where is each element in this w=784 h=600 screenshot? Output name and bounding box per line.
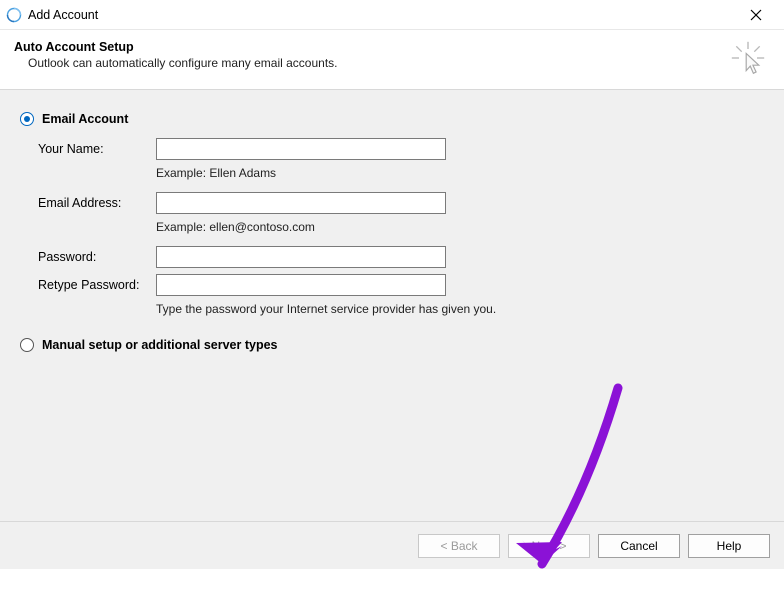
manual-setup-radio-label: Manual setup or additional server types — [42, 338, 277, 352]
password-hint-row: Type the password your Internet service … — [38, 302, 764, 316]
header-panel: Auto Account Setup Outlook can automatic… — [0, 30, 784, 90]
header-subheading: Outlook can automatically configure many… — [28, 56, 766, 70]
form-grid: Your Name: Example: Ellen Adams Email Ad… — [38, 138, 764, 316]
email-input[interactable] — [156, 192, 446, 214]
cursor-click-icon — [730, 40, 766, 76]
app-icon — [6, 7, 22, 23]
your-name-input[interactable] — [156, 138, 446, 160]
radio-selected-icon — [20, 112, 34, 126]
close-icon — [750, 9, 762, 21]
close-button[interactable] — [733, 0, 778, 30]
radio-unselected-icon — [20, 338, 34, 352]
email-account-radio-label: Email Account — [42, 112, 128, 126]
header-heading: Auto Account Setup — [14, 40, 766, 54]
retype-password-label: Retype Password: — [38, 278, 156, 292]
your-name-hint: Example: Ellen Adams — [156, 166, 276, 180]
content-area: Email Account Your Name: Example: Ellen … — [0, 90, 784, 521]
email-hint-row: Example: ellen@contoso.com — [38, 220, 764, 234]
retype-password-row: Retype Password: — [38, 274, 764, 296]
password-hint: Type the password your Internet service … — [156, 302, 496, 316]
help-button[interactable]: Help — [688, 534, 770, 558]
next-button[interactable]: Next > — [508, 534, 590, 558]
email-label: Email Address: — [38, 196, 156, 210]
titlebar: Add Account — [0, 0, 784, 30]
cancel-button[interactable]: Cancel — [598, 534, 680, 558]
password-label: Password: — [38, 250, 156, 264]
email-account-option[interactable]: Email Account — [20, 112, 764, 126]
retype-password-input[interactable] — [156, 274, 446, 296]
password-row: Password: — [38, 246, 764, 268]
your-name-hint-row: Example: Ellen Adams — [38, 166, 764, 180]
your-name-row: Your Name: — [38, 138, 764, 160]
password-input[interactable] — [156, 246, 446, 268]
back-button[interactable]: < Back — [418, 534, 500, 558]
manual-setup-option[interactable]: Manual setup or additional server types — [20, 338, 764, 352]
your-name-label: Your Name: — [38, 142, 156, 156]
window-title: Add Account — [28, 8, 98, 22]
email-hint: Example: ellen@contoso.com — [156, 220, 315, 234]
email-row: Email Address: — [38, 192, 764, 214]
footer-bar: < Back Next > Cancel Help — [0, 521, 784, 569]
